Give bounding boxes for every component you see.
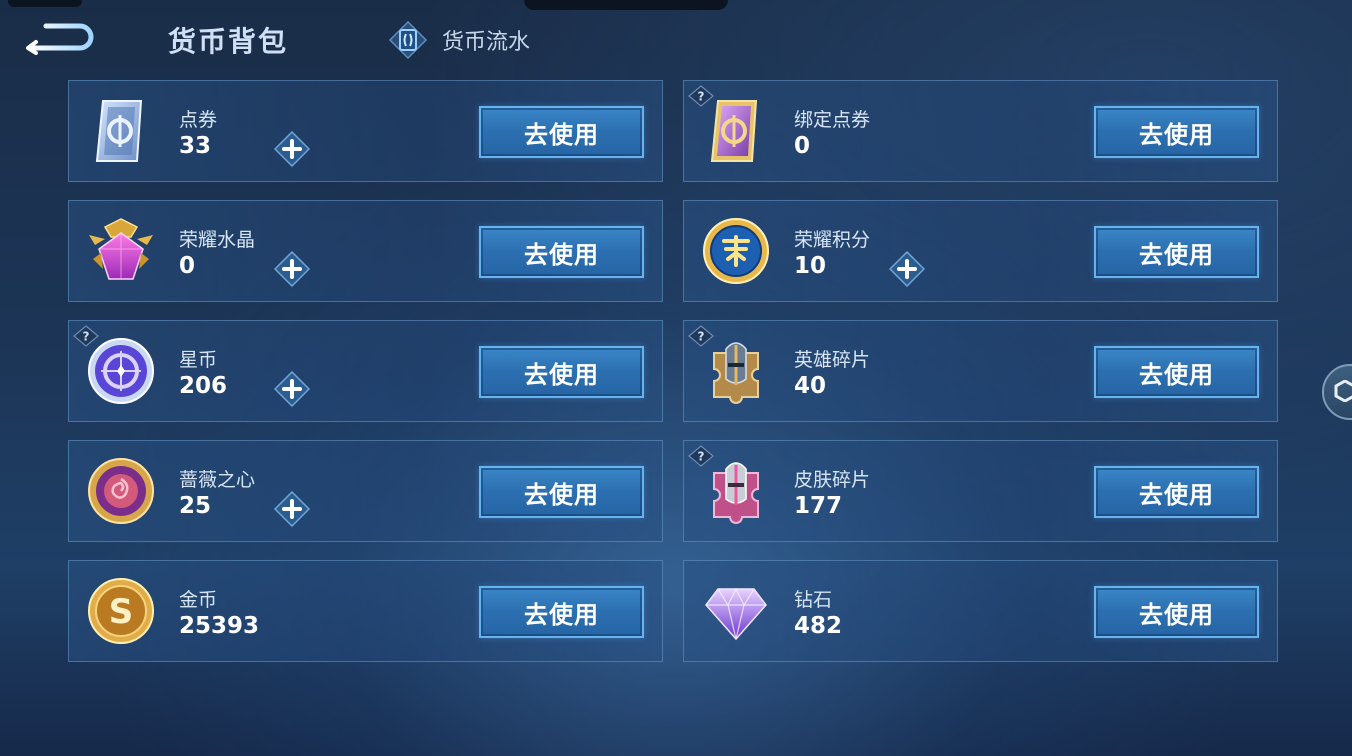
use-button[interactable]: 去使用: [479, 106, 644, 158]
rose-heart-icon: [88, 458, 154, 524]
back-arrow-icon: [26, 23, 94, 55]
currency-name: 荣耀积分: [794, 229, 871, 251]
hexagon-icon: [1334, 380, 1352, 402]
currency-name: 钻石: [794, 589, 833, 611]
use-button[interactable]: 去使用: [479, 346, 644, 398]
skin-fragment-icon: [713, 462, 759, 524]
currency-value: 206: [179, 373, 228, 399]
currency-value: 0: [179, 253, 196, 279]
add-currency-button[interactable]: [274, 491, 310, 527]
currency-value: 25393: [179, 613, 260, 639]
svg-text:S: S: [109, 592, 134, 632]
use-button[interactable]: 去使用: [1094, 466, 1259, 518]
currency-card-rose-heart: 蔷薇之心 25 去使用: [68, 440, 663, 542]
currency-value: 33: [179, 133, 212, 159]
currency-card-diamond: 钻石 482 去使用: [683, 560, 1278, 662]
currency-name: 金币: [179, 589, 218, 611]
hero-fragment-icon: [713, 342, 759, 404]
currency-value: 0: [794, 133, 811, 159]
currency-flow-link[interactable]: 货币流水: [388, 20, 530, 60]
currency-name: 荣耀水晶: [179, 229, 256, 251]
currency-card-glory-points: 荣耀积分 10 去使用: [683, 200, 1278, 302]
ledger-icon: [388, 20, 428, 60]
currency-card-star-coin: ? 星币 206 去使用: [68, 320, 663, 422]
currency-value: 482: [794, 613, 843, 639]
use-button[interactable]: 去使用: [479, 226, 644, 278]
currency-name: 蔷薇之心: [179, 469, 256, 491]
use-button[interactable]: 去使用: [479, 586, 644, 638]
currency-card-voucher: 点券 33 去使用: [68, 80, 663, 182]
use-button[interactable]: 去使用: [1094, 586, 1259, 638]
add-currency-button[interactable]: [274, 371, 310, 407]
currency-name: 绑定点券: [794, 109, 871, 131]
currency-name: 皮肤碎片: [794, 469, 871, 491]
bound-voucher-icon: [710, 100, 758, 162]
currency-name: 星币: [179, 349, 218, 371]
add-currency-button[interactable]: [889, 251, 925, 287]
gold-coin-icon: S: [88, 578, 154, 644]
diamond-icon: [705, 587, 767, 641]
add-currency-button[interactable]: [274, 251, 310, 287]
currency-value: 40: [794, 373, 827, 399]
status-bar-pill: [8, 0, 82, 7]
glory-points-icon: [703, 218, 769, 284]
currency-card-skin-fragment: ? 皮肤碎片 177 去使用: [683, 440, 1278, 542]
currency-value: 10: [794, 253, 827, 279]
glory-crystal-icon: [89, 218, 153, 280]
use-button[interactable]: 去使用: [1094, 106, 1259, 158]
currency-name: 英雄碎片: [794, 349, 871, 371]
currency-value: 177: [794, 493, 843, 519]
currency-card-bound-voucher: ? 绑定点券 0 去使用: [683, 80, 1278, 182]
use-button[interactable]: 去使用: [1094, 346, 1259, 398]
currency-card-gold-coin: S 金币 25393 去使用: [68, 560, 663, 662]
side-expand-tab[interactable]: [1322, 364, 1352, 420]
voucher-icon: [95, 100, 143, 162]
currency-name: 点券: [179, 109, 218, 131]
use-button[interactable]: 去使用: [479, 466, 644, 518]
currency-grid: 点券 33 去使用 ? 绑定点券 0 去使用 荣耀水晶 0 去使用 荣耀积分 1…: [68, 80, 1280, 662]
use-button[interactable]: 去使用: [1094, 226, 1259, 278]
back-button[interactable]: [24, 20, 94, 56]
currency-card-hero-fragment: ? 英雄碎片 40 去使用: [683, 320, 1278, 422]
add-currency-button[interactable]: [274, 131, 310, 167]
currency-flow-label: 货币流水: [442, 30, 531, 55]
star-coin-icon: [88, 338, 154, 404]
page-title: 货币背包: [168, 25, 289, 58]
currency-card-glory-crystal: 荣耀水晶 0 去使用: [68, 200, 663, 302]
currency-value: 25: [179, 493, 212, 519]
screen-notch: [524, 0, 728, 10]
